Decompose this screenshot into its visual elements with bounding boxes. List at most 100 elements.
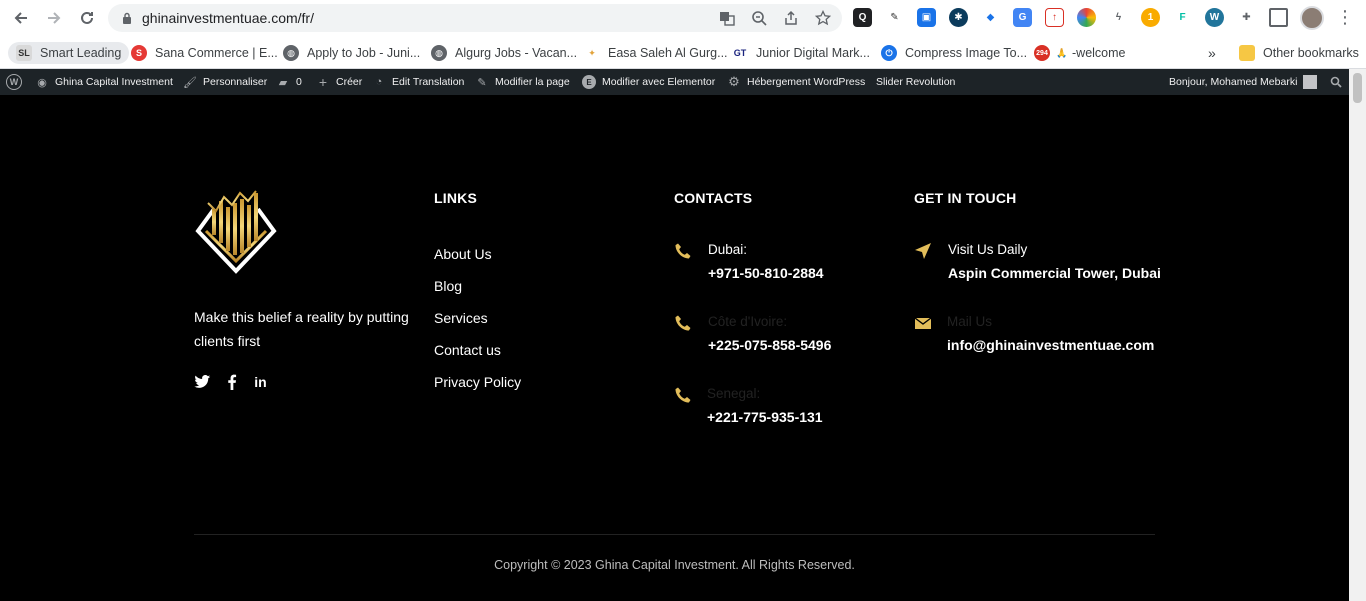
wp-create[interactable]: + Créer (316, 69, 362, 95)
bookmark-item[interactable]: ◍ Apply to Job - Juni... (283, 42, 420, 64)
comment-icon: ▰ (278, 76, 288, 89)
globe-icon: ◍ (431, 45, 447, 61)
extension-bolt-icon[interactable]: ϟ (1109, 8, 1128, 27)
bookmark-label: Smart Leading (40, 46, 122, 60)
bookmark-item[interactable]: GT Junior Digital Mark... (732, 42, 870, 64)
extension-wordpress-icon[interactable]: W (1205, 8, 1224, 27)
extension-screen-icon[interactable]: ▣ (917, 8, 936, 27)
bookmark-label: -welcome (1072, 46, 1126, 60)
footer-section: Make this belief a reality by putting cl… (0, 95, 1349, 601)
wp-edit-translation[interactable]: ◔ Edit Translation (372, 69, 465, 95)
extension-tag-icon[interactable]: ◆ (981, 8, 1000, 27)
extension-translate-icon[interactable]: G (1013, 8, 1032, 27)
footer-divider (194, 534, 1155, 535)
bookmark-label: Algurg Jobs - Vacan... (455, 46, 578, 60)
links-title: LINKS (434, 190, 477, 206)
phone-icon (675, 315, 691, 331)
wp-site-name[interactable]: ◉ Ghina Capital Investment (35, 69, 173, 95)
sana-icon: S (131, 45, 147, 61)
wp-slider-revolution[interactable]: Slider Revolution (876, 69, 955, 95)
wp-edit-elementor[interactable]: E Modifier avec Elementor (582, 69, 715, 95)
lock-icon (123, 12, 131, 24)
extension-color-icon[interactable] (1077, 8, 1096, 27)
extension-puzzle-icon[interactable]: ✚ (1237, 8, 1256, 27)
slider-label: Slider Revolution (876, 76, 956, 88)
copyright-text: Copyright © 2023 Ghina Capital Investmen… (494, 558, 855, 572)
reload-icon[interactable] (76, 7, 98, 29)
footer-link-about[interactable]: About Us (434, 246, 492, 262)
bookmark-label: Easa Saleh Al Gurg... (608, 46, 728, 60)
bookmark-item[interactable]: 294 🙏 -welcome (1034, 42, 1126, 64)
bookmark-item[interactable]: ◍ Algurg Jobs - Vacan... (431, 42, 577, 64)
edit-page-label: Modifier la page (495, 76, 570, 88)
address-bar[interactable]: ghinainvestmentuae.com/fr/ (108, 4, 842, 32)
extension-badge-icon[interactable]: 1 (1141, 8, 1160, 27)
phone-ivory-coast[interactable]: +225-075-858-5496 (708, 337, 831, 353)
contact-label-senegal: Senegal: (707, 386, 761, 401)
create-label: Créer (336, 76, 363, 88)
browser-chrome: ghinainvestmentuae.com/fr/ Q ✎ ▣ ✱ ◆ G ↑… (0, 0, 1366, 69)
bookmark-item[interactable]: S Sana Commerce | E... (131, 42, 278, 64)
translate-icon[interactable] (718, 9, 736, 27)
linkedin-icon[interactable]: in (252, 373, 269, 390)
other-bookmarks[interactable]: Other bookmarks (1239, 42, 1359, 64)
phone-senegal[interactable]: +221-775-935-131 (707, 409, 823, 425)
side-panel-icon[interactable] (1269, 8, 1288, 27)
customize-label: Personnaliser (203, 76, 268, 88)
twitter-icon[interactable] (194, 373, 211, 390)
translation-icon: ◔ (375, 76, 383, 88)
phone-dubai[interactable]: +971-50-810-2884 (708, 265, 824, 281)
folder-icon (1239, 45, 1255, 61)
wp-account[interactable]: Bonjour, Mohamed Mebarki (1169, 69, 1318, 95)
bookmark-star-icon[interactable] (814, 9, 832, 27)
plus-icon: + (318, 74, 328, 90)
globe-icon: ◍ (283, 45, 299, 61)
zoom-icon[interactable] (750, 9, 768, 27)
forward-icon[interactable] (43, 7, 65, 29)
extension-eyedropper-icon[interactable]: ✎ (885, 8, 904, 27)
bookmark-label: Junior Digital Mark... (756, 46, 870, 60)
bookmark-item[interactable]: ✦ Easa Saleh Al Gurg... (584, 42, 728, 64)
kebab-menu-icon[interactable]: ⋮ (1336, 7, 1354, 29)
contacts-title: CONTACTS (674, 190, 753, 206)
extension-f-icon[interactable]: F (1173, 8, 1192, 27)
wp-edit-page[interactable]: ✎ Modifier la page (475, 69, 570, 95)
social-links: in (194, 373, 269, 390)
share-icon[interactable] (782, 9, 800, 27)
profile-avatar[interactable] (1300, 6, 1324, 30)
extension-dots-icon[interactable]: ✱ (949, 8, 968, 27)
footer-link-blog[interactable]: Blog (434, 278, 462, 294)
welcome-icon: 🙏 (1054, 45, 1070, 61)
email-value[interactable]: info@ghinainvestmentuae.com (947, 337, 1154, 353)
bookmark-item[interactable]: ⏻ Compress Image To... (881, 42, 1027, 64)
footer-link-privacy[interactable]: Privacy Policy (434, 374, 521, 390)
star-icon: ✦ (584, 45, 600, 61)
url-text[interactable]: ghinainvestmentuae.com/fr/ (142, 10, 314, 26)
scrollbar-thumb[interactable] (1353, 73, 1362, 103)
facebook-icon[interactable] (223, 373, 240, 390)
wordpress-icon: W (6, 74, 22, 90)
more-bookmarks-chevron[interactable]: » (1208, 42, 1216, 64)
edit-elementor-label: Modifier avec Elementor (602, 76, 716, 88)
wp-hosting[interactable]: ⚙ Hébergement WordPress (727, 69, 865, 95)
page-scrollbar[interactable] (1349, 69, 1366, 601)
ghina-logo (195, 190, 277, 274)
extension-search-icon[interactable]: Q (853, 8, 872, 27)
extension-upload-icon[interactable]: ↑ (1045, 8, 1064, 27)
footer-link-services[interactable]: Services (434, 310, 488, 326)
wp-comments[interactable]: ▰ 0 (276, 69, 302, 95)
compress-icon: ⏻ (881, 45, 897, 61)
wp-search[interactable] (1330, 69, 1342, 95)
wp-logo[interactable]: W (6, 69, 28, 95)
contact-label-ivory-coast: Côte d'Ivoire: (708, 314, 788, 329)
footer-link-contact[interactable]: Contact us (434, 342, 501, 358)
bookmark-label: Apply to Job - Juni... (307, 46, 421, 60)
greeting-label: Bonjour, Mohamed Mebarki (1169, 76, 1298, 88)
user-avatar (1303, 75, 1318, 89)
search-icon (1330, 76, 1342, 88)
back-icon[interactable] (10, 7, 32, 29)
bookmark-label: Sana Commerce | E... (155, 46, 278, 60)
mail-label: Mail Us (947, 314, 993, 329)
bookmark-item[interactable]: SL Smart Leading (8, 42, 130, 64)
wp-customize[interactable]: 🖌 Personnaliser (183, 69, 267, 95)
